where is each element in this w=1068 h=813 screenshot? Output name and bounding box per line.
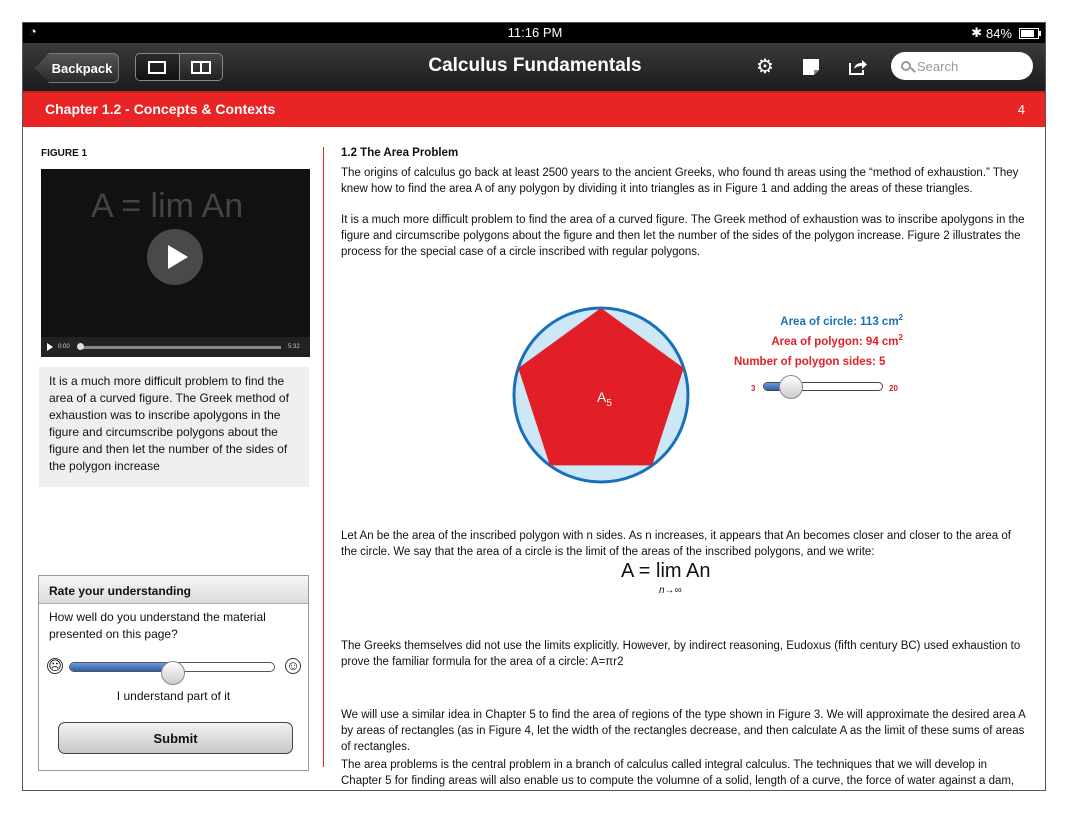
figure-caption: It is a much more difficult problem to f… [39, 367, 309, 487]
area-polygon: Area of polygon: 94 cm2 [771, 332, 903, 348]
status-time: 11:16 PM [507, 25, 563, 40]
understanding-slider[interactable]: ☹ ☺ [47, 656, 301, 685]
understanding-track[interactable] [69, 661, 275, 685]
play-button[interactable] [147, 229, 203, 285]
video-player[interactable]: A = lim An 0:00 5:32 [41, 169, 310, 357]
figure-label: FIGURE 1 [41, 148, 88, 159]
understanding-fill [70, 663, 173, 671]
video-controls: 0:00 5:32 [41, 337, 310, 357]
paragraph-4: The Greeks themselves did not use the li… [341, 640, 1021, 668]
paragraph-5: We will use a similar idea in Chapter 5 … [341, 709, 1026, 753]
search-placeholder: Search [917, 58, 959, 74]
limit-formula-text: A = lim An [621, 560, 711, 582]
area-info: Area of circle: 113 cm2 Area of polygon:… [727, 310, 927, 350]
limit-formula: A = lim An n→∞ [621, 560, 711, 596]
paragraph-2: It is a much more difficult problem to f… [341, 214, 1025, 258]
rating-header: Rate your understanding [39, 576, 308, 604]
circle-polygon-figure: A5 [512, 306, 690, 484]
share-icon[interactable] [848, 58, 868, 80]
video-scrubber-knob[interactable] [77, 343, 84, 350]
page-number: 4 [1017, 102, 1025, 117]
note-icon[interactable] [803, 59, 819, 79]
submit-button[interactable]: Submit [58, 722, 293, 754]
understanding-knob[interactable] [161, 661, 185, 685]
status-bar: ◔ 11:16 PM ✱ 84% [23, 23, 1045, 43]
polygon-sides-label: Number of polygon sides: 5 [734, 356, 886, 368]
area-circle: Area of circle: 113 cm2 [780, 313, 903, 328]
battery-percent: 84% [985, 25, 1012, 41]
paragraph-3: Let An be the area of the inscribed poly… [341, 530, 1011, 558]
main-content: 1.2 The Area Problem The origins of calc… [341, 145, 1027, 787]
toolbar: Backpack Calculus Fundamentals ⚙ Search [23, 43, 1045, 93]
battery-icon [1019, 27, 1041, 39]
search-icon [901, 61, 911, 71]
paragraph-6: The area problems is the central problem… [341, 759, 1015, 787]
search-input[interactable]: Search [891, 52, 1033, 80]
rating-panel: Rate your understanding How well do you … [38, 575, 309, 771]
status-right: ✱ 84% [971, 25, 1041, 41]
chapter-title: Chapter 1.2 - Concepts & Contexts [45, 101, 276, 117]
polygon-sides-knob[interactable] [779, 375, 803, 399]
app-frame: ◔ 11:16 PM ✱ 84% Backpack Calculus Funda… [22, 22, 1046, 791]
video-scrubber[interactable] [79, 346, 281, 349]
happy-face-icon: ☺ [285, 658, 301, 674]
gear-icon[interactable]: ⚙ [756, 57, 774, 77]
paragraph-1: The origins of calculus go back at least… [341, 167, 1019, 195]
video-formula: A = lim An [91, 187, 244, 225]
limit-subscript: n→∞ [659, 585, 682, 596]
slider-min: 3 [751, 384, 756, 393]
sad-face-icon: ☹ [47, 658, 63, 674]
column-divider [323, 147, 324, 767]
rating-question: How well do you understand the material … [49, 610, 266, 641]
understanding-answer: I understand part of it [116, 689, 231, 703]
bluetooth-icon: ✱ [971, 25, 982, 40]
chapter-bar: Chapter 1.2 - Concepts & Contexts 4 [23, 93, 1045, 127]
video-elapsed: 0:00 [58, 344, 70, 350]
section-heading: 1.2 The Area Problem [341, 147, 459, 159]
video-duration: 5:32 [288, 344, 300, 350]
play-small-icon[interactable] [47, 343, 53, 351]
polygon-sides-slider[interactable]: 3 20 [751, 375, 911, 399]
slider-max: 20 [889, 384, 898, 393]
